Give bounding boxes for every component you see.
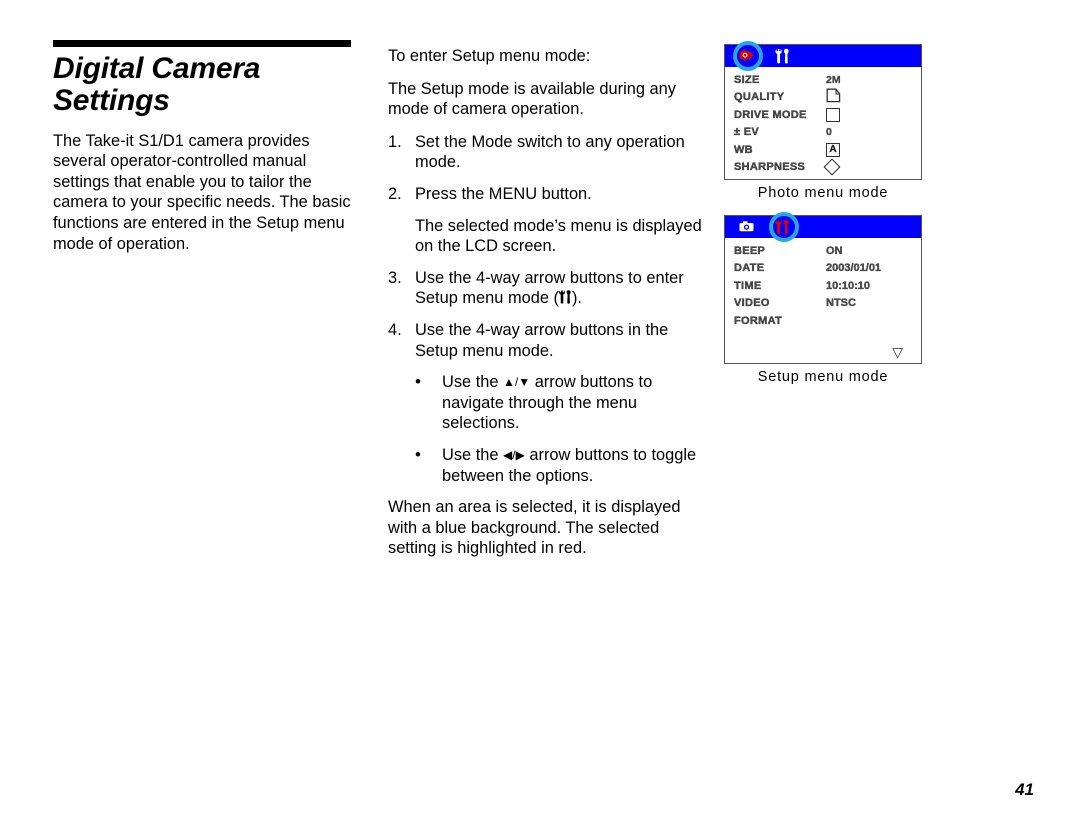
page-number: 41 [1015,780,1034,799]
bullet-1-text-before: Use the [442,445,504,464]
row-date-value: 2003/01/01 [826,262,882,275]
row-beep[interactable]: BEEP ON [725,242,921,260]
setup-menu-figure: BEEP ON DATE 2003/01/01 TIME 10:10:10 VI… [724,212,934,385]
setup-tools-icon [774,48,792,64]
row-format[interactable]: FORMAT [725,312,921,330]
step-4: 4. Use the 4-way arrow buttons in the Se… [388,320,708,361]
row-drive-mode-value [826,107,913,122]
step-3-text: Use the 4-way arrow buttons to enter Set… [415,268,708,309]
row-size-label: SIZE [734,73,760,86]
row-format-label: FORMAT [734,314,783,327]
row-video-label: VIDEO [734,297,770,310]
row-beep-value: ON [826,244,843,257]
row-drive-mode-label: DRIVE MODE [734,108,807,121]
row-video-value: NTSC [826,297,856,310]
photo-menu-figure: SIZE 2M QUALITY DRIVE MODE ± EV 0 WB A S… [724,41,934,201]
row-date-label: DATE [734,262,765,275]
bullet-0-text-before: Use the [442,373,504,392]
camera-icon [738,48,756,64]
lead-in-paragraph: To enter Setup menu mode: [388,47,591,65]
step-4-text: Use the 4-way arrow buttons in the Setup… [415,320,669,360]
row-video[interactable]: VIDEO NTSC [725,295,921,313]
setup-menu-screen: BEEP ON DATE 2003/01/01 TIME 10:10:10 VI… [724,212,922,364]
row-quality-value [826,88,913,106]
row-wb-label: WB [734,143,753,156]
row-sharpness[interactable]: SHARPNESS [725,158,921,177]
page-title-line-1: Digital Camera [53,52,261,85]
row-beep-label: BEEP [734,244,766,257]
document-page: Digital Camera Settings The Take-it S1/D… [0,0,1080,834]
setup-tools-icon [559,289,572,305]
step-1-number: 1. [388,132,402,151]
setup-menu-header-bar [725,212,921,242]
bullet-0-text: Use the ▲/▼ arrow buttons to navigate th… [442,372,708,434]
left-right-arrow-icons: ◀/▶ [503,447,525,462]
left-column: Digital Camera Settings The Take-it S1/D… [53,40,355,254]
step-3-number: 3. [388,268,402,287]
row-date[interactable]: DATE 2003/01/01 [725,260,921,278]
diamond-icon [823,158,841,176]
row-wb[interactable]: WB A [725,141,921,159]
page-title-line-2: Settings [53,83,170,117]
row-size[interactable]: SIZE 2M [725,71,921,89]
availability-paragraph: The Setup mode is available during any m… [388,79,676,119]
row-quality-label: QUALITY [734,91,785,104]
row-wb-value: A [826,142,913,157]
step-1-text: Set the Mode switch to any operation mod… [415,132,685,172]
row-drive-mode[interactable]: DRIVE MODE [725,106,921,124]
step-4-number: 4. [388,320,402,339]
row-size-value: 2M [826,73,841,86]
step-3: 3. Use the 4-way arrow buttons to enter … [388,268,708,309]
photo-menu-header-bar [725,41,921,71]
row-time[interactable]: TIME 10:10:10 [725,277,921,295]
square-icon [826,107,840,122]
right-column-figures: SIZE 2M QUALITY DRIVE MODE ± EV 0 WB A S… [724,41,934,399]
bullet-marker: • [415,372,421,392]
boxed-letter-icon: A [826,142,840,157]
setup-tools-icon [774,219,792,235]
row-sharpness-value [823,158,913,176]
bullet-marker: • [415,444,421,464]
photo-menu-screen: SIZE 2M QUALITY DRIVE MODE ± EV 0 WB A S… [724,41,922,180]
scroll-down-arrow-icon[interactable]: ▽ [892,345,903,359]
intro-paragraph: The Take-it S1/D1 camera provides severa… [53,131,351,253]
row-time-label: TIME [734,279,762,292]
closing-paragraph: When an area is selected, it is displaye… [388,498,681,558]
step-2-note: The selected mode’s menu is displayed on… [415,216,702,256]
row-sharpness-label: SHARPNESS [734,161,806,174]
quality-page-icon [826,88,841,106]
step-3-text-after: ). [571,289,582,308]
step-1: 1. Set the Mode switch to any operation … [388,132,708,173]
photo-menu-caption: Photo menu mode [757,185,889,201]
camera-icon [738,219,756,235]
setup-menu-rows: BEEP ON DATE 2003/01/01 TIME 10:10:10 VI… [725,238,921,363]
step-2: 2. Press the MENU button. [388,184,708,205]
step-2-text: Press the MENU button. [415,184,592,203]
row-ev-value: 0 [826,126,832,139]
row-ev[interactable]: ± EV 0 [725,124,921,142]
title-rule [53,40,351,47]
page-title: Digital Camera Settings [53,53,355,117]
step-2-number: 2. [388,184,402,203]
middle-column: To enter Setup menu mode: The Setup mode… [388,46,708,571]
bullet-up-down-arrows: • Use the ▲/▼ arrow buttons to navigate … [415,372,708,434]
bullet-1-text: Use the ◀/▶ arrow buttons to toggle betw… [442,445,708,486]
setup-menu-caption: Setup menu mode [757,369,889,385]
step-3-text-before: Use the 4-way arrow buttons to enter Set… [415,268,684,308]
photo-menu-rows: SIZE 2M QUALITY DRIVE MODE ± EV 0 WB A S… [725,67,921,179]
row-time-value: 10:10:10 [826,279,871,292]
bullet-left-right-arrows: • Use the ◀/▶ arrow buttons to toggle be… [415,445,708,486]
up-down-arrow-icons: ▲/▼ [503,375,531,390]
row-ev-label: ± EV [734,126,759,139]
row-quality[interactable]: QUALITY [725,88,921,107]
